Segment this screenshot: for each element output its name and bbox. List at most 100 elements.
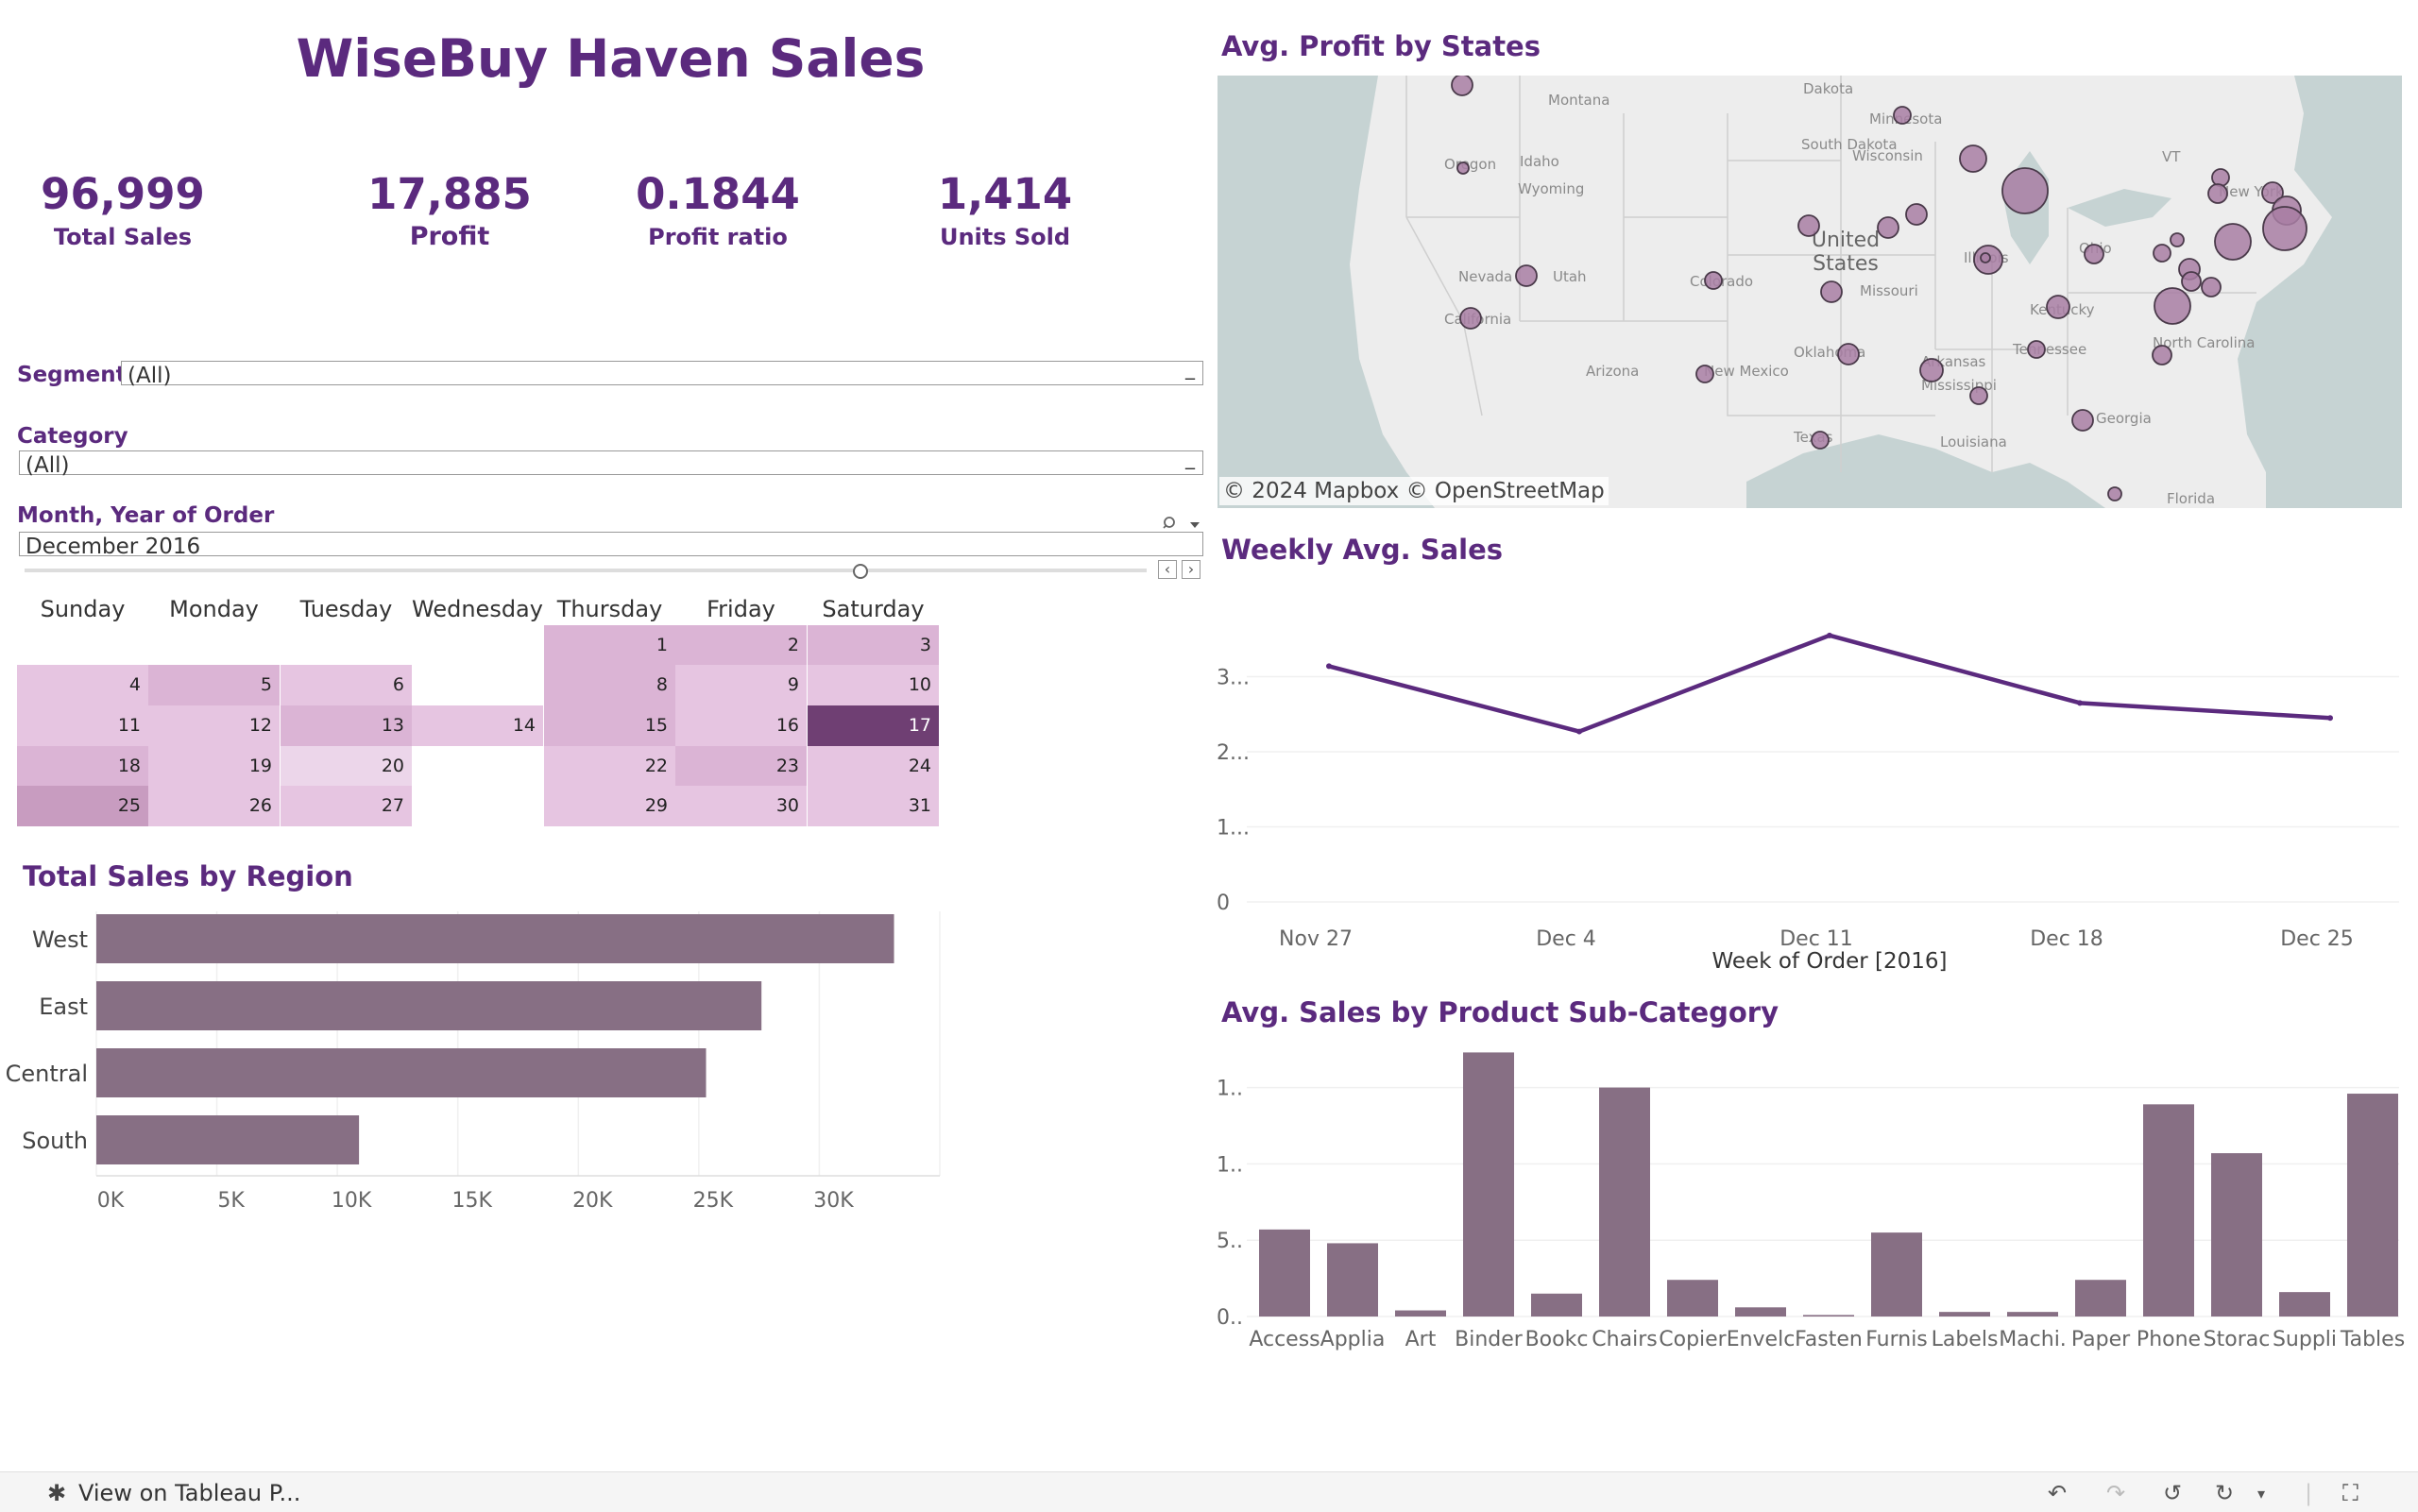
dropdown-arrow-icon[interactable]: _ [1185, 444, 1195, 472]
calendar-day-cell[interactable]: 8 [544, 665, 675, 705]
subcat-bar[interactable] [2143, 1104, 2194, 1317]
state-profit-bubble[interactable] [1515, 264, 1538, 287]
calendar-day-cell[interactable]: 24 [808, 746, 939, 787]
profit-map[interactable]: MontanaDakotaMinnesotaSouth DakotaWiscon… [1218, 76, 2402, 508]
state-profit-bubble[interactable] [1837, 343, 1860, 365]
map-bubbles[interactable] [1218, 76, 2402, 508]
state-profit-bubble[interactable] [2170, 232, 2185, 247]
state-profit-bubble[interactable] [1797, 214, 1820, 237]
category-filter-dropdown[interactable]: (All) _ [19, 447, 1203, 478]
state-profit-bubble[interactable] [2152, 345, 2172, 365]
region-bar[interactable] [96, 1115, 360, 1164]
state-profit-bubble[interactable] [1905, 203, 1928, 226]
prev-month-button[interactable]: ‹ [1158, 560, 1177, 579]
calendar-day-cell[interactable]: 10 [808, 665, 939, 705]
calendar-day-cell[interactable]: 26 [148, 786, 280, 826]
calendar-day-cell[interactable]: 19 [148, 746, 280, 787]
weekly-sales-point[interactable] [1827, 632, 1832, 638]
calendar-day-cell[interactable]: 3 [808, 625, 939, 666]
state-profit-bubble[interactable] [1959, 144, 1987, 173]
dropdown-arrow-icon[interactable]: _ [1185, 354, 1195, 382]
state-profit-bubble[interactable] [1695, 365, 1714, 383]
redo-icon[interactable]: ↷ [2106, 1480, 2125, 1506]
segment-filter-dropdown[interactable]: (All) _ [121, 357, 1203, 388]
calendar-day-cell[interactable]: 1 [544, 625, 675, 666]
calendar-day-cell[interactable]: 27 [281, 786, 412, 826]
subcat-bar[interactable] [1599, 1087, 1650, 1317]
weekly-sales-point[interactable] [1576, 728, 1582, 735]
view-on-tableau-link[interactable]: View on Tableau P... [78, 1480, 300, 1506]
calendar-day-cell[interactable]: 6 [281, 665, 412, 705]
calendar-day-cell[interactable]: 2 [675, 625, 807, 666]
calendar-day-cell[interactable]: 14 [412, 705, 543, 746]
calendar-day-cell[interactable]: 22 [544, 746, 675, 787]
region-bar[interactable] [96, 1048, 707, 1097]
subcat-bar[interactable] [2211, 1153, 2262, 1317]
state-profit-bubble[interactable] [1811, 431, 1830, 450]
weekly-sales-point[interactable] [2327, 715, 2333, 722]
subcat-bar[interactable] [2347, 1094, 2398, 1317]
month-filter-input[interactable]: December 2016 [19, 532, 1203, 559]
state-profit-bubble[interactable] [2071, 409, 2094, 432]
refresh-dropdown-icon[interactable]: ▾ [2257, 1485, 2265, 1503]
calendar-day-cell[interactable]: 13 [281, 705, 412, 746]
state-profit-bubble[interactable] [2201, 277, 2222, 297]
state-profit-bubble[interactable] [2211, 168, 2230, 187]
calendar-day-cell[interactable]: 30 [675, 786, 807, 826]
state-profit-bubble[interactable] [2262, 206, 2307, 251]
calendar-day-cell[interactable]: 29 [544, 786, 675, 826]
calendar-day-cell[interactable]: 15 [544, 705, 675, 746]
subcat-bar[interactable] [1463, 1052, 1514, 1317]
calendar-day-cell[interactable]: 12 [148, 705, 280, 746]
weekly-sales-point[interactable] [1326, 663, 1332, 670]
refresh-icon[interactable]: ↻ [2215, 1480, 2234, 1506]
calendar-day-cell[interactable]: 4 [17, 665, 148, 705]
subcat-bar[interactable] [1667, 1280, 1718, 1317]
next-month-button[interactable]: › [1182, 560, 1200, 579]
state-profit-bubble[interactable] [1456, 161, 1470, 175]
state-profit-bubble[interactable] [1704, 271, 1723, 290]
search-icon[interactable] [1162, 515, 1203, 534]
state-profit-bubble[interactable] [2046, 295, 2070, 319]
state-profit-bubble[interactable] [2084, 244, 2104, 264]
state-profit-bubble[interactable] [1451, 76, 1473, 96]
state-profit-bubble[interactable] [1459, 307, 1482, 330]
calendar-day-cell[interactable]: 11 [17, 705, 148, 746]
subcat-bar[interactable] [1871, 1232, 1922, 1317]
fullscreen-icon[interactable]: ⛶ [2342, 1480, 2358, 1506]
calendar-day-cell[interactable]: 9 [675, 665, 807, 705]
state-profit-bubble[interactable] [1820, 280, 1843, 303]
subcat-bar[interactable] [1327, 1243, 1378, 1317]
month-slider-handle[interactable] [853, 564, 868, 579]
state-profit-bubble[interactable] [2001, 167, 2049, 214]
subcat-bar[interactable] [1735, 1307, 1786, 1317]
state-profit-bubble[interactable] [2214, 223, 2252, 261]
subcat-bar[interactable] [1259, 1229, 1310, 1317]
calendar-day-cell[interactable]: 5 [148, 665, 280, 705]
state-profit-bubble[interactable] [1919, 358, 1944, 382]
subcat-bar[interactable] [1939, 1312, 1990, 1317]
subcat-bar[interactable] [2075, 1280, 2126, 1317]
state-profit-bubble[interactable] [1877, 216, 1899, 239]
state-profit-bubble[interactable] [2107, 486, 2122, 501]
undo-icon[interactable]: ↶ [2048, 1480, 2067, 1506]
state-profit-bubble[interactable] [2154, 287, 2191, 325]
calendar-day-cell[interactable]: 25 [17, 786, 148, 826]
region-bar[interactable] [96, 914, 894, 963]
subcat-bar[interactable] [1531, 1293, 1582, 1317]
state-profit-bubble[interactable] [1969, 386, 1988, 405]
state-profit-bubble[interactable] [2027, 340, 2046, 359]
subcat-bar[interactable] [2279, 1292, 2330, 1317]
month-slider-track[interactable] [25, 569, 1147, 572]
weekly-sales-point[interactable] [2077, 700, 2083, 706]
calendar-day-cell[interactable]: 20 [281, 746, 412, 787]
state-profit-bubble[interactable] [1893, 106, 1912, 125]
region-bar[interactable] [96, 981, 762, 1030]
revert-icon[interactable]: ↺ [2163, 1480, 2182, 1506]
weekly-sales-line[interactable] [1328, 633, 2331, 734]
state-profit-bubble[interactable] [2153, 244, 2171, 263]
subcat-bar[interactable] [1395, 1310, 1446, 1317]
subcat-bar[interactable] [1803, 1315, 1854, 1317]
calendar-day-cell[interactable]: 18 [17, 746, 148, 787]
subcat-bar[interactable] [2007, 1312, 2058, 1317]
